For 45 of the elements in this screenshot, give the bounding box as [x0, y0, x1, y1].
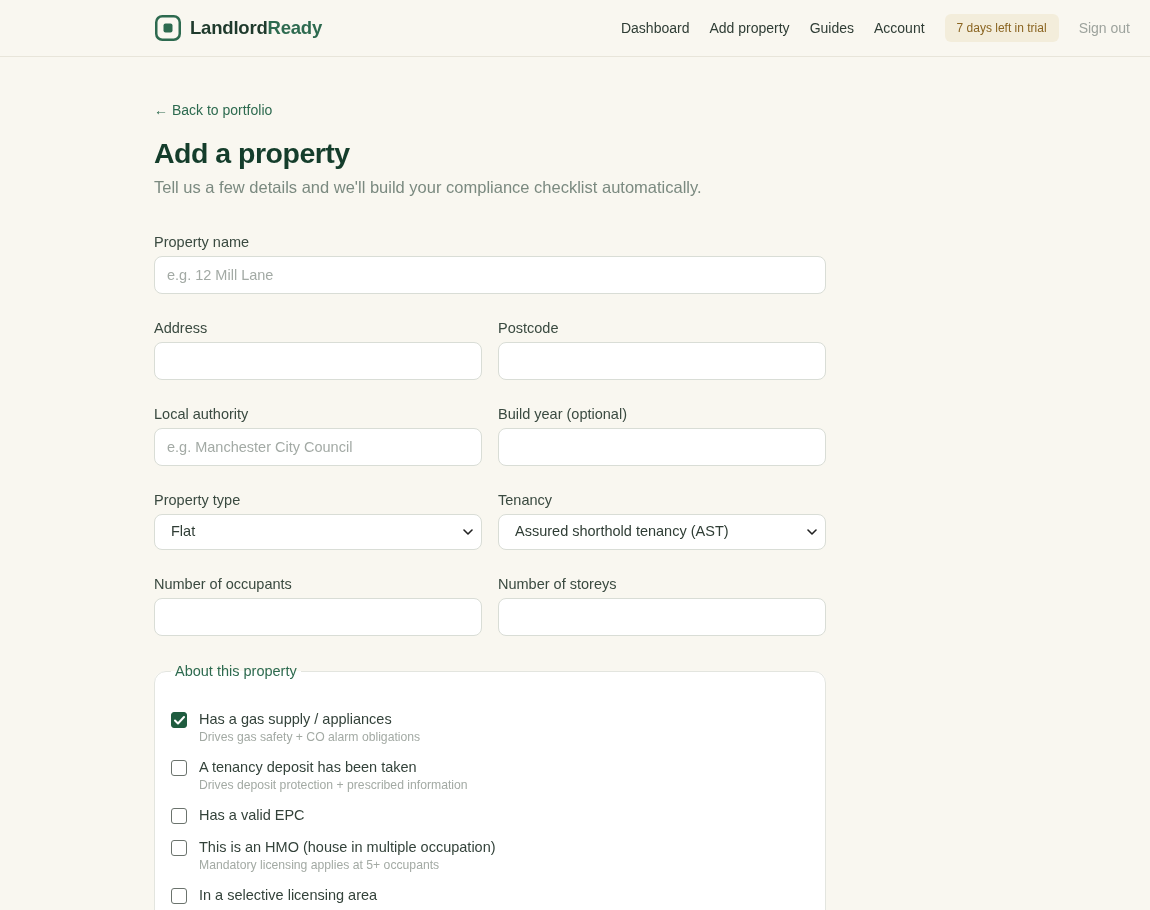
option-hint: Drives gas safety + CO alarm obligations — [199, 729, 421, 745]
checkbox[interactable] — [171, 888, 187, 904]
field-label: Number of storeys — [498, 575, 618, 594]
back-link[interactable]: ← Back to portfolio — [154, 100, 273, 120]
page-title: Add a property — [154, 136, 350, 170]
trial-badge: 7 days left in trial — [944, 14, 1059, 42]
checkbox[interactable] — [171, 808, 187, 824]
text-input[interactable] — [154, 342, 482, 380]
checkbox[interactable] — [171, 712, 187, 728]
check-icon — [173, 715, 185, 725]
brand-name: LandlordReady — [190, 16, 323, 41]
page-subtitle: Tell us a few details and we'll build your compliance checklist automatically. — [154, 177, 702, 198]
option-label: In a selective licensing area — [199, 886, 378, 905]
dropdown-select[interactable]: Assured shorthold tenancy (AST) — [498, 514, 826, 550]
text-input[interactable]: e.g. 12 Mill Lane — [154, 256, 826, 294]
nav-link[interactable]: Guides — [809, 17, 854, 39]
option-label: A tenancy deposit has been taken — [199, 758, 418, 777]
text-input[interactable]: e.g. Manchester City Council — [154, 428, 482, 466]
option-hint: Mandatory licensing applies at 5+ occupants — [199, 857, 441, 873]
text-input[interactable] — [498, 598, 826, 636]
field-label: Local authority — [154, 405, 250, 424]
checkbox[interactable] — [171, 760, 187, 776]
chevron-down-icon — [463, 529, 473, 535]
field-label: Number of occupants — [154, 575, 293, 594]
field-label: Address — [154, 319, 209, 338]
panel-legend: About this property — [171, 661, 301, 681]
option-label: Has a gas supply / appliances — [199, 710, 393, 729]
text-input[interactable] — [154, 598, 482, 636]
nav-link[interactable]: Account — [874, 17, 925, 39]
field-label: Tenancy — [498, 491, 553, 510]
nav-link[interactable]: Dashboard — [620, 17, 690, 39]
logo-icon — [155, 15, 181, 41]
checkbox[interactable] — [171, 840, 187, 856]
option-label: Has a valid EPC — [199, 806, 305, 825]
field-label: Property type — [154, 491, 242, 510]
dropdown-select[interactable]: Flat — [154, 514, 482, 550]
text-input[interactable] — [498, 342, 826, 380]
option-hint: Drives deposit protection + prescribed information — [199, 777, 468, 793]
field-label: Postcode — [498, 319, 560, 338]
text-input[interactable] — [498, 428, 826, 466]
option-label: This is an HMO (house in multiple occupation) — [199, 838, 496, 857]
nav-link[interactable]: Add property — [709, 17, 790, 39]
chevron-down-icon — [807, 529, 817, 535]
field-label: Build year (optional) — [498, 405, 628, 424]
field-label: Property name — [154, 233, 251, 252]
